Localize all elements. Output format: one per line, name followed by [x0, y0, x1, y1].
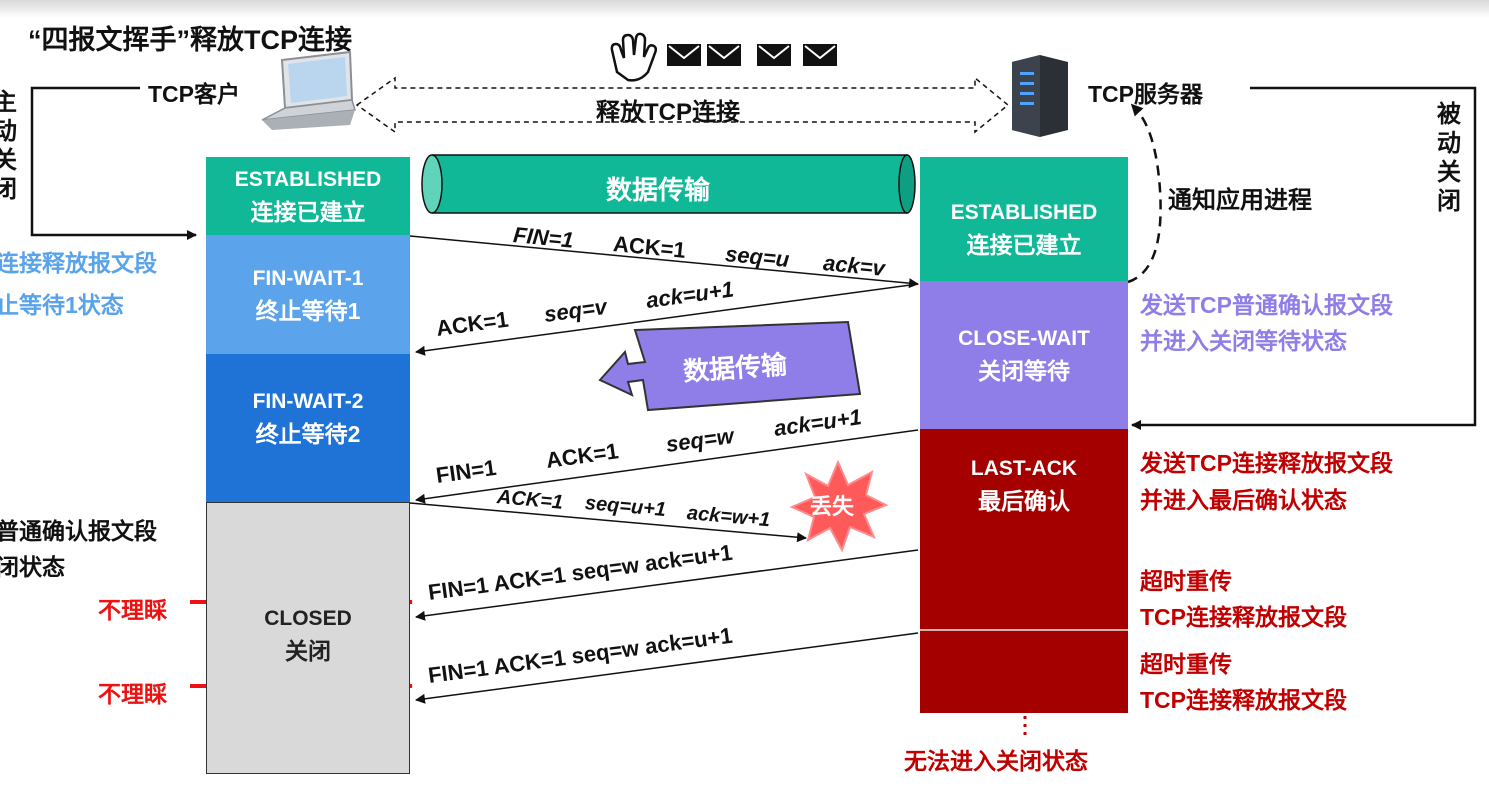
wave-hand-icon — [610, 32, 658, 82]
client-note-fin-wait1-line1: 连接释放报文段 — [0, 250, 157, 276]
client-state-fin-wait-2: FIN-WAIT-2 终止等待2 — [206, 354, 410, 502]
envelope-icon — [803, 44, 837, 66]
ignore-label-1: 不理睬 — [98, 597, 167, 623]
state-en-label: ESTABLISHED — [234, 168, 382, 191]
client-note-closed-line2: 闭状态 — [0, 554, 65, 580]
state-en-label: ESTABLISHED — [950, 201, 1098, 224]
last-ack-divider — [920, 629, 1128, 631]
server-note-retrans2-line2: TCP连接释放报文段 — [1140, 687, 1347, 713]
laptop-icon — [261, 50, 356, 130]
client-state-closed: CLOSED 关闭 — [206, 502, 410, 774]
client-label: TCP客户 — [148, 81, 240, 107]
state-en-label: CLOSE-WAIT — [958, 327, 1090, 350]
client-note-fin-wait1-line2: 止等待1状态 — [0, 292, 124, 318]
server-note-last-ack-line2: 并进入最后确认状态 — [1140, 487, 1347, 513]
server-note-retrans2-line1: 超时重传 — [1140, 651, 1232, 677]
server-icon — [1012, 55, 1068, 137]
client-active-close-label: 主动关闭 — [0, 89, 17, 203]
state-en-label: FIN-WAIT-1 — [252, 266, 364, 290]
lost-label: 丢失 — [810, 494, 855, 519]
client-close-bracket — [30, 86, 197, 240]
server-close-bracket — [1131, 86, 1477, 430]
notify-app-curve — [1127, 103, 1162, 284]
envelope-icon — [667, 44, 701, 66]
state-en-label: LAST-ACK — [970, 457, 1078, 480]
client-note-closed-line1: 普通确认报文段 — [0, 518, 157, 544]
server-state-last-ack: LAST-ACK 最后确认 — [920, 429, 1128, 713]
server-note-retrans1-line2: TCP连接释放报文段 — [1140, 604, 1347, 630]
server-label: TCP服务器 — [1088, 81, 1203, 107]
server-note-retrans1-line1: 超时重传 — [1140, 568, 1232, 594]
envelope-icon — [707, 44, 741, 66]
server-state-close-wait: CLOSE-WAIT 关闭等待 — [920, 281, 1128, 429]
state-cn-label: 关闭 — [285, 638, 331, 664]
state-cn-label: 终止等待2 — [255, 421, 361, 447]
state-cn-label: 连接已建立 — [966, 232, 1082, 258]
server-passive-close-label: 被动关闭 — [1437, 101, 1461, 215]
server-note-close-wait-line1: 发送TCP普通确认报文段 — [1140, 292, 1393, 318]
state-en-label: CLOSED — [264, 607, 352, 630]
server-state-established: ESTABLISHED 连接已建立 — [920, 157, 1128, 281]
diagram-stage: “四报文挥手”释放TCP连接 ESTABLISHED 连接已建立 FIN-WAI… — [0, 0, 1489, 810]
state-en-label: FIN-WAIT-2 — [252, 390, 364, 413]
cannot-close-label: 无法进入关闭状态 — [904, 748, 1088, 774]
data-transfer-label-2: 数据传输 — [682, 349, 789, 387]
client-state-fin-wait-1: FIN-WAIT-1 终止等待1 — [206, 235, 410, 354]
release-label: 释放TCP连接 — [596, 99, 740, 126]
data-transfer-label-1: 数据传输 — [606, 175, 711, 205]
server-note-close-wait-line2: 并进入关闭等待状态 — [1140, 328, 1347, 354]
notify-app-label: 通知应用进程 — [1168, 187, 1312, 214]
client-state-established: ESTABLISHED 连接已建立 — [206, 157, 410, 235]
ignore-label-2: 不理睬 — [98, 681, 167, 707]
seg1-fin: FIN=1 — [512, 222, 575, 253]
state-cn-label: 关闭等待 — [978, 358, 1070, 384]
state-cn-label: 终止等待1 — [255, 297, 361, 324]
state-cn-label: 最后确认 — [978, 488, 1070, 514]
envelope-icon — [757, 44, 791, 66]
server-note-last-ack-line1: 发送TCP连接释放报文段 — [1140, 450, 1393, 476]
state-cn-label: 连接已建立 — [250, 199, 366, 225]
